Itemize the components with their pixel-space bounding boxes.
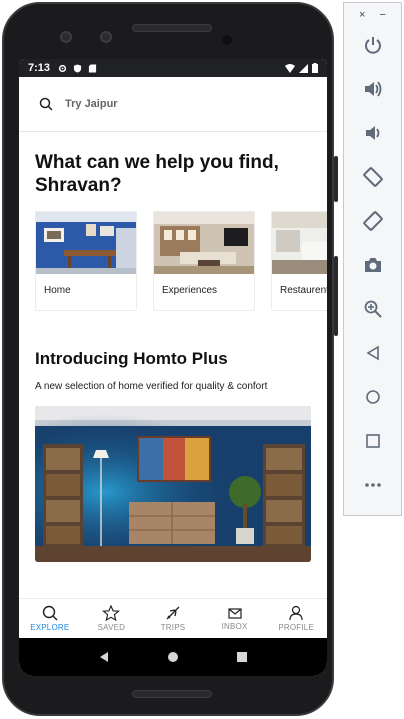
nav-inbox[interactable]: INBOX: [204, 599, 266, 638]
status-right-icons: [285, 63, 318, 73]
back-icon[interactable]: [98, 651, 110, 663]
nav-label: INBOX: [221, 622, 248, 631]
rotate-right-icon: [362, 211, 383, 231]
zoom-button[interactable]: [344, 287, 401, 331]
sd-card-icon: [88, 63, 97, 73]
star-icon: [102, 605, 121, 621]
mail-icon: [227, 608, 242, 619]
screenshot-button[interactable]: [344, 243, 401, 287]
close-window-icon[interactable]: ×: [359, 9, 365, 21]
battery-icon: [312, 63, 318, 73]
category-image: [154, 212, 254, 274]
settings-icon: [58, 64, 67, 72]
rotate-left-button[interactable]: [344, 155, 401, 199]
emulator-toolbar: × −: [343, 2, 402, 516]
promo-subtitle: A new selection of home verified for qua…: [35, 381, 268, 392]
power-button[interactable]: [344, 23, 401, 67]
search-bar[interactable]: [19, 77, 327, 132]
search-input[interactable]: [65, 98, 265, 110]
nav-saved[interactable]: SAVED: [81, 599, 143, 638]
rotate-right-button[interactable]: [344, 199, 401, 243]
search-icon: [42, 605, 58, 621]
status-bar: 7:13: [19, 59, 327, 77]
back-button[interactable]: [344, 331, 401, 375]
sensor-icon: [100, 31, 112, 43]
home-button[interactable]: [344, 375, 401, 419]
category-card-home[interactable]: Home: [35, 211, 137, 311]
greeting-heading: What can we help you find, Shravan?: [35, 152, 279, 196]
volume-up-icon: [364, 81, 381, 97]
plane-icon: [166, 606, 180, 620]
nav-label: SAVED: [97, 623, 126, 632]
overview-button[interactable]: [344, 419, 401, 463]
device-screen: 7:13 What can we help you find, Shravan?: [19, 59, 327, 676]
overview-icon[interactable]: [236, 651, 248, 663]
user-icon: [289, 605, 303, 621]
rotate-left-icon: [362, 167, 383, 187]
category-image: [36, 212, 136, 274]
volume-up-button[interactable]: [344, 67, 401, 111]
camera-icon: [364, 258, 381, 272]
promo-title: Introducing Homto Plus: [35, 349, 228, 368]
promo-image[interactable]: [35, 406, 311, 562]
category-label: Experiences: [162, 285, 218, 296]
emulator-stage: 7:13 What can we help you find, Shravan?: [0, 0, 404, 719]
zoom-icon: [364, 300, 382, 318]
search-icon: [39, 97, 53, 111]
system-navigation-bar: [19, 638, 327, 676]
more-button[interactable]: [344, 463, 401, 507]
bottom-navigation: EXPLORE SAVED TRIPS INBOX PROFILE: [19, 598, 327, 638]
explore-content: What can we help you find, Shravan? Home…: [19, 151, 327, 562]
nav-trips[interactable]: TRIPS: [142, 599, 204, 638]
more-icon: [364, 483, 381, 487]
wifi-icon: [285, 63, 295, 73]
power-side-button[interactable]: [334, 156, 338, 202]
status-time: 7:13: [28, 62, 51, 74]
nav-explore[interactable]: EXPLORE: [19, 599, 81, 638]
category-carousel[interactable]: Home Experiences Restauren: [35, 211, 327, 311]
home-icon[interactable]: [167, 651, 179, 663]
power-icon: [364, 37, 381, 54]
category-label: Restaurents: [280, 285, 327, 296]
category-label: Home: [44, 285, 71, 296]
minimize-window-icon[interactable]: −: [380, 9, 386, 21]
nav-profile[interactable]: PROFILE: [265, 599, 327, 638]
category-card-restaurents[interactable]: Restaurents: [271, 211, 327, 311]
earpiece-speaker: [132, 24, 212, 32]
window-controls: × −: [344, 3, 401, 21]
front-camera-icon: [222, 35, 232, 45]
category-card-experiences[interactable]: Experiences: [153, 211, 255, 311]
phone-frame: 7:13 What can we help you find, Shravan?: [2, 2, 334, 716]
volume-side-button[interactable]: [334, 256, 338, 336]
sensor-icon: [60, 31, 72, 43]
overview-icon: [365, 434, 380, 448]
category-image: [272, 212, 327, 274]
nav-label: TRIPS: [160, 623, 186, 632]
shield-icon: [73, 63, 82, 73]
volume-down-button[interactable]: [344, 111, 401, 155]
bottom-speaker: [132, 690, 212, 698]
signal-icon: [299, 63, 308, 73]
nav-label: PROFILE: [278, 623, 314, 632]
back-icon: [365, 345, 379, 361]
home-icon: [365, 390, 380, 404]
volume-down-icon: [365, 126, 379, 140]
nav-label: EXPLORE: [30, 623, 70, 632]
